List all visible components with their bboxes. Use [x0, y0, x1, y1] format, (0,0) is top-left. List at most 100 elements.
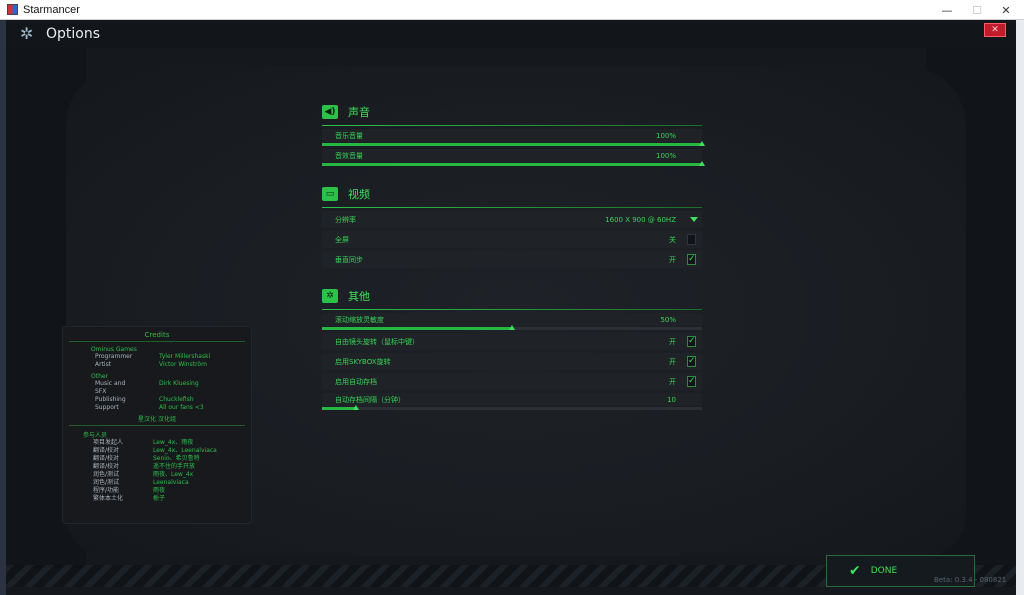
localization-team: 星汉化 汉化组 [138, 416, 176, 423]
credit-row: 翻译/校对 Lew_4x、Leenalviaca [63, 447, 251, 455]
slider-handle[interactable] [509, 325, 515, 330]
autosave-interval-value: 10 [667, 395, 676, 404]
divider [322, 125, 702, 126]
autosave-interval-row: 自动存档间隔（分钟） 10 [322, 393, 702, 406]
section-title: 声音 [348, 106, 370, 119]
credit-role: Publishing [95, 396, 126, 403]
credit-name: Chucklefish [159, 396, 194, 403]
exit-button[interactable]: ✕ [984, 23, 1006, 37]
page-title: Options [46, 26, 101, 42]
autosave-value: 开 [669, 377, 676, 386]
camera-rotation-label: 自由镜头旋转（鼠标中键） [335, 337, 419, 346]
credit-name: Dirk Kluesing [159, 380, 199, 387]
section-header: ◀) 声音 [322, 102, 702, 122]
credit-role: 翻译/校对 [93, 447, 120, 454]
speaker-icon: ◀) [322, 105, 338, 119]
scroll-sensitivity-slider[interactable] [322, 325, 702, 330]
close-button[interactable]: ✕ [989, 0, 1023, 20]
options-header: ✲ Options ✕ [6, 20, 1016, 48]
section-title: 视频 [348, 188, 370, 201]
minimize-button[interactable]: — [930, 0, 964, 20]
credits-group-title: Ominus Games [91, 346, 137, 353]
sfx-volume-label: 音效音量 [335, 151, 363, 160]
credit-row: 润色/测试 Leenalviaca [63, 479, 251, 487]
credit-row: Programmer Tyler Millershaski [63, 353, 251, 361]
credit-role: Artist [95, 361, 112, 368]
credit-role: 繁体本土化 [93, 495, 124, 502]
sfx-volume-slider[interactable] [322, 161, 705, 166]
slider-fill [322, 407, 357, 410]
credit-row: Artist Victor Winström [63, 361, 251, 369]
credits-group-title: Other [91, 373, 109, 380]
window-title: Starmancer [23, 3, 80, 16]
slider-fill [322, 163, 702, 166]
credit-role: 润色/测试 [93, 479, 120, 486]
gear-icon: ✲ [322, 289, 338, 303]
divider [322, 207, 702, 208]
credit-name: 栀子 [153, 495, 166, 502]
credit-row: Publishing Chucklefish [63, 396, 251, 404]
credit-name: All our fans <3 [159, 404, 204, 411]
credit-role: 翻译/校对 [93, 463, 120, 470]
credit-name: Victor Winström [159, 361, 207, 368]
autosave-row: 启用自动存档 开 ✓ [322, 373, 702, 390]
autosave-interval-label: 自动存档间隔（分钟） [335, 395, 405, 404]
credit-name: 遥不住的手开放 [153, 463, 196, 470]
sfx-volume-row: 音效音量 100% [322, 149, 702, 162]
chevron-down-icon[interactable] [690, 217, 698, 222]
slider-handle[interactable] [699, 161, 705, 166]
resolution-label: 分辨率 [335, 215, 356, 224]
slider-fill [322, 327, 512, 330]
sfx-volume-value: 100% [655, 151, 676, 160]
credit-role: 翻译/校对 [93, 455, 120, 462]
autosave-interval-slider[interactable] [322, 405, 702, 410]
scroll-sensitivity-label: 滚动缩放灵敏度 [335, 315, 384, 324]
music-volume-value: 100% [655, 131, 676, 140]
skybox-rotation-label: 启用SKYBOX旋转 [335, 357, 391, 366]
skybox-rotation-value: 开 [669, 357, 676, 366]
resolution-value: 1600 X 900 @ 60HZ [605, 215, 676, 224]
autosave-checkbox[interactable]: ✓ [687, 376, 696, 387]
fullscreen-value: 关 [669, 235, 676, 244]
skybox-rotation-row: 启用SKYBOX旋转 开 ✓ [322, 353, 702, 370]
divider [322, 309, 702, 310]
credit-role: Programmer [95, 353, 133, 360]
camera-rotation-row: 自由镜头旋转（鼠标中键） 开 ✓ [322, 333, 702, 350]
checkmark-icon: ✔ [849, 563, 861, 579]
slider-fill [322, 143, 702, 146]
credits-panel: Credits Ominus Games Programmer Tyler Mil… [62, 326, 252, 524]
section-audio: ◀) 声音 音乐音量 100% 音效音量 100% [322, 102, 705, 166]
music-volume-label: 音乐音量 [335, 131, 363, 140]
credit-name: Lew_4x、雨夜 [153, 439, 194, 446]
skybox-rotation-checkbox[interactable]: ✓ [687, 356, 696, 367]
app-icon [7, 4, 18, 15]
vsync-checkbox[interactable]: ✓ [687, 254, 696, 265]
slider-handle[interactable] [699, 141, 705, 146]
game-window: ✲ Options ✕ ◀) 声音 音乐音量 100% 音效音量 100% ▭ … [6, 20, 1016, 595]
resolution-dropdown[interactable]: 分辨率 1600 X 900 @ 60HZ [322, 211, 702, 228]
credit-name: Lew_4x、Leenalviaca [153, 447, 217, 454]
camera-rotation-checkbox[interactable]: ✓ [687, 336, 696, 347]
credit-name: 雨夜 [153, 487, 166, 494]
fullscreen-label: 全屏 [335, 235, 349, 244]
section-video: ▭ 视频 分辨率 1600 X 900 @ 60HZ 全屏 关 ✓ 垂直同步 开… [322, 184, 702, 268]
desktop-right-strip [1016, 20, 1024, 595]
build-version: Beta: 0.3.4 - 080821 [934, 576, 1007, 584]
credit-role: Support [95, 404, 119, 411]
credit-row: 润色/测试 雨夜、Lew_4x [63, 471, 251, 479]
fullscreen-checkbox[interactable]: ✓ [687, 234, 696, 245]
credits-group-title: 参与人员 [83, 432, 108, 439]
credit-role: 项目发起人 [93, 439, 124, 446]
autosave-label: 启用自动存档 [335, 377, 377, 386]
credit-role: Music and SFX [95, 380, 126, 395]
slider-handle[interactable] [353, 405, 360, 410]
divider [69, 425, 245, 426]
section-title: 其他 [348, 290, 370, 303]
credit-row: 繁体本土化 栀子 [63, 495, 251, 503]
camera-rotation-value: 开 [669, 337, 676, 346]
window-titlebar: Starmancer — ☐ ✕ [0, 0, 1024, 20]
credit-row: Music and SFX Dirk Kluesing [63, 380, 251, 396]
credit-role: 程序/功能 [93, 487, 120, 494]
music-volume-slider[interactable] [322, 141, 705, 146]
divider [69, 341, 245, 342]
